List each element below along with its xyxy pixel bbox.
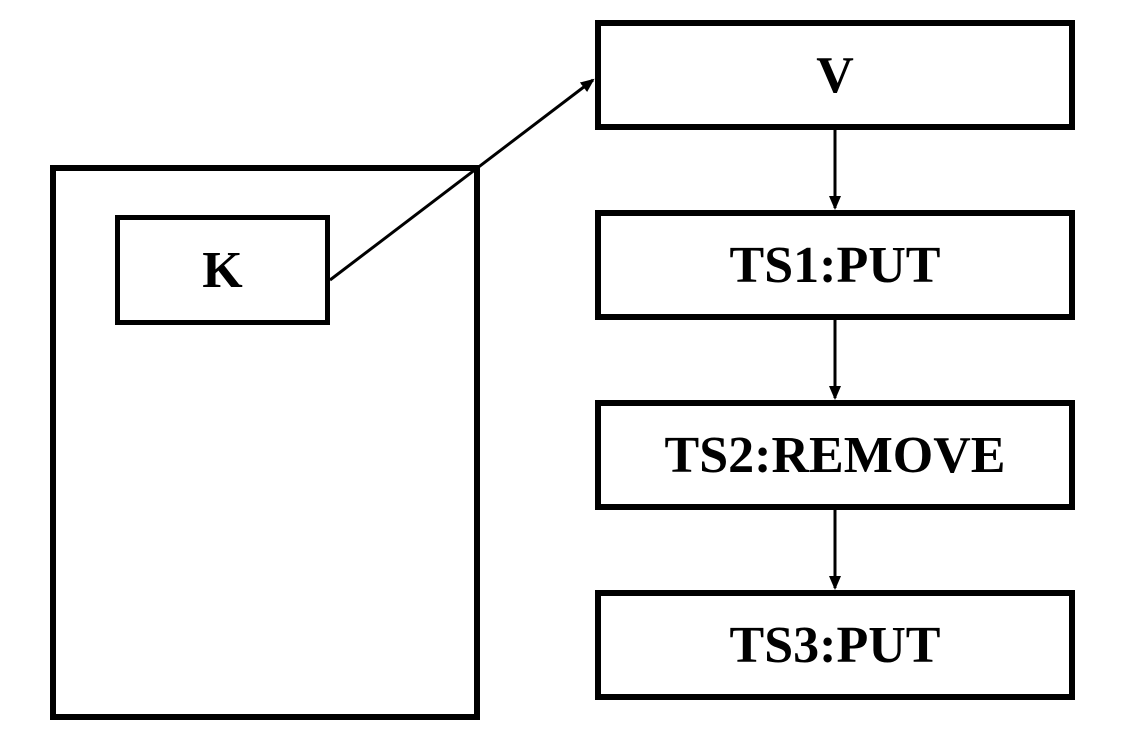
- node-ts1-label: TS1:PUT: [730, 236, 941, 295]
- k-label: K: [202, 241, 242, 300]
- k-box: K: [115, 215, 330, 325]
- node-ts2: TS2:REMOVE: [595, 400, 1075, 510]
- node-v-label: V: [816, 46, 854, 105]
- node-ts3-label: TS3:PUT: [730, 616, 941, 675]
- node-ts2-label: TS2:REMOVE: [665, 426, 1006, 485]
- node-ts3: TS3:PUT: [595, 590, 1075, 700]
- node-v: V: [595, 20, 1075, 130]
- diagram-canvas: K V TS1:PUT TS2:REMOVE TS3:PUT: [0, 0, 1127, 739]
- node-ts1: TS1:PUT: [595, 210, 1075, 320]
